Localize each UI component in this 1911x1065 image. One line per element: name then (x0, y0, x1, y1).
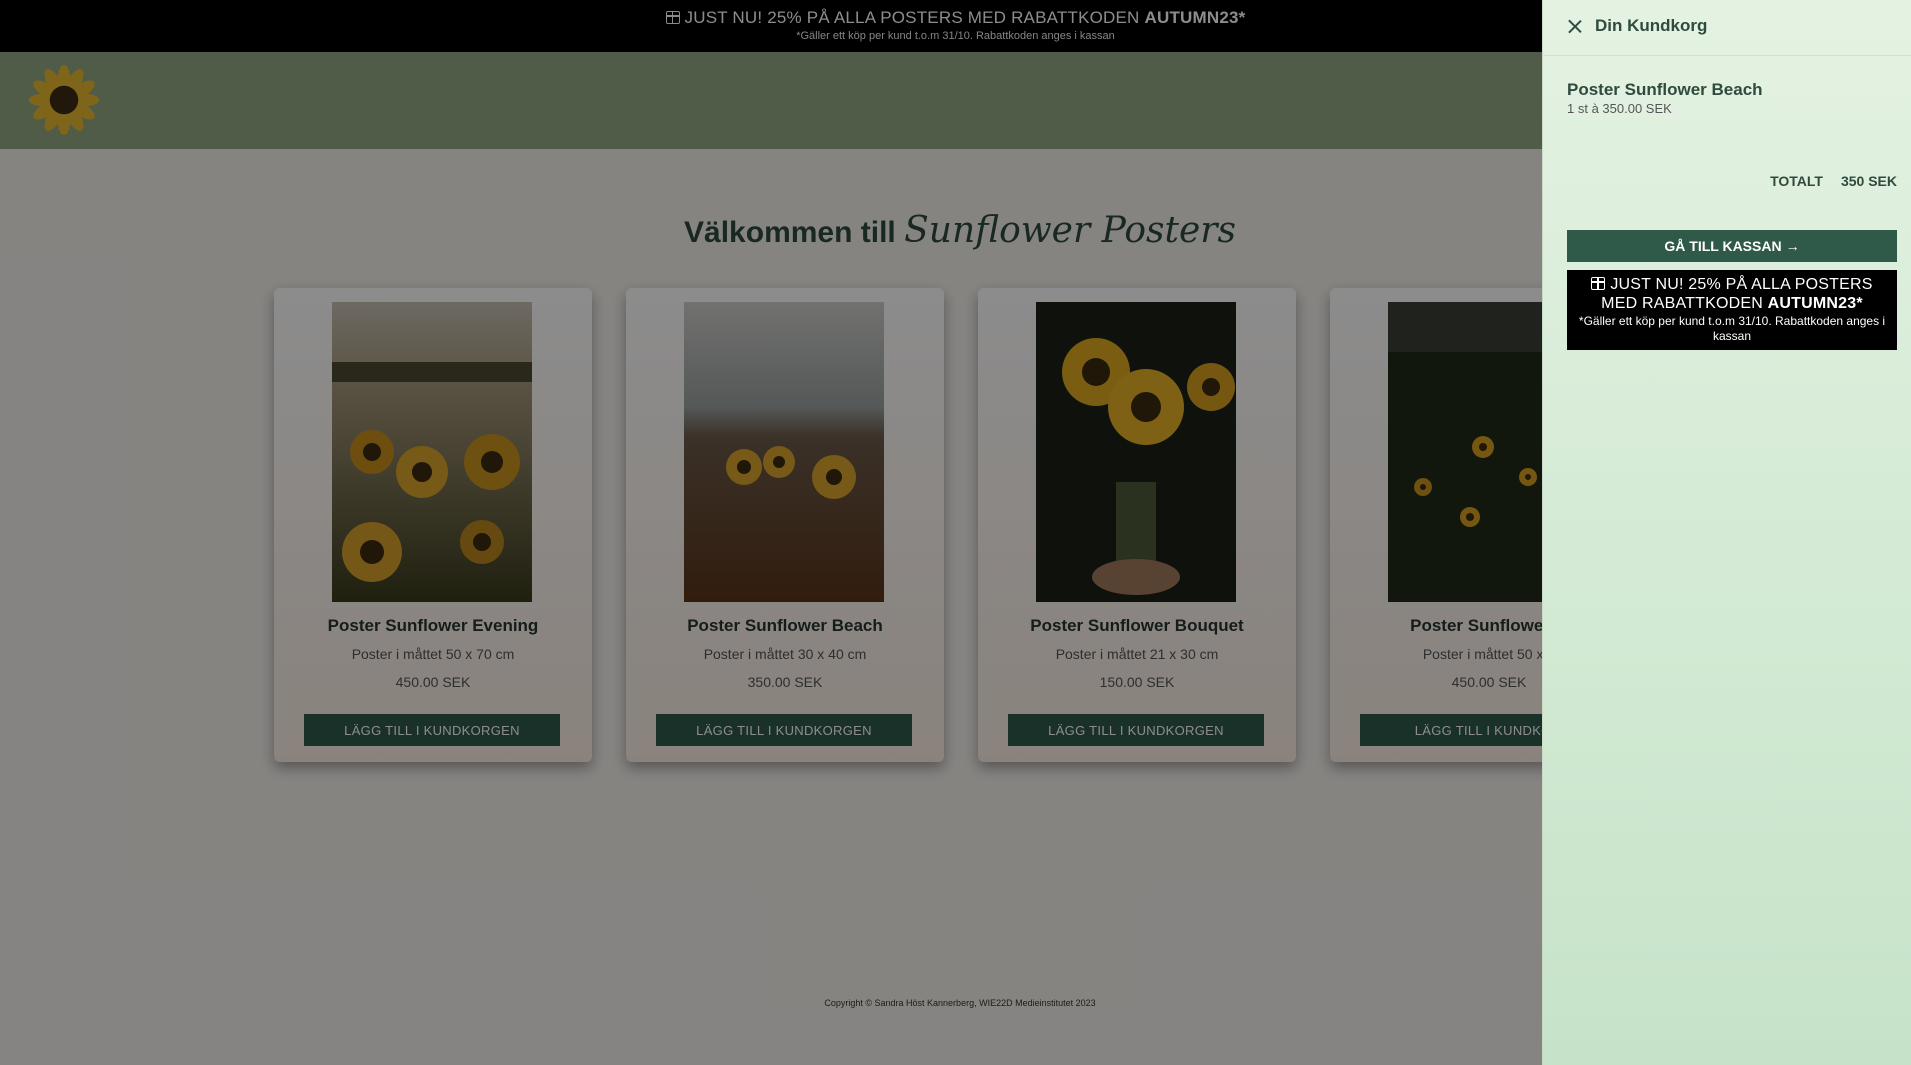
cart-header: Din Kundkorg (1543, 0, 1911, 56)
cart-promo-banner: JUST NU! 25% PÅ ALLA POSTERS MED RABATTK… (1567, 270, 1897, 350)
total-value: 350 SEK (1840, 173, 1897, 189)
cart-promo-text: JUST NU! 25% PÅ ALLA POSTERS MED RABATTK… (1571, 275, 1893, 313)
gift-icon (1591, 277, 1606, 290)
cart-title: Din Kundkorg (1595, 16, 1708, 35)
cart-promo-subtext: *Gäller ett köp per kund t.o.m 31/10. Ra… (1578, 314, 1886, 343)
cart-total: TOTALT 350 SEK (1770, 173, 1897, 189)
checkout-label: GÅ TILL KASSAN (1664, 238, 1782, 254)
close-icon[interactable] (1567, 18, 1583, 34)
modal-overlay[interactable] (0, 0, 1542, 1065)
arrow-right-icon: → (1785, 238, 1800, 254)
cart-panel: Din Kundkorg Poster Sunflower Beach 1 st… (1542, 0, 1911, 1065)
total-label: TOTALT (1770, 173, 1823, 189)
cart-item-quantity: 1 st à 350.00 SEK (1567, 101, 1672, 116)
cart-promo-code: AUTUMN23* (1767, 295, 1863, 312)
checkout-button[interactable]: GÅ TILL KASSAN → (1567, 230, 1897, 262)
cart-item-name: Poster Sunflower Beach (1567, 80, 1763, 99)
